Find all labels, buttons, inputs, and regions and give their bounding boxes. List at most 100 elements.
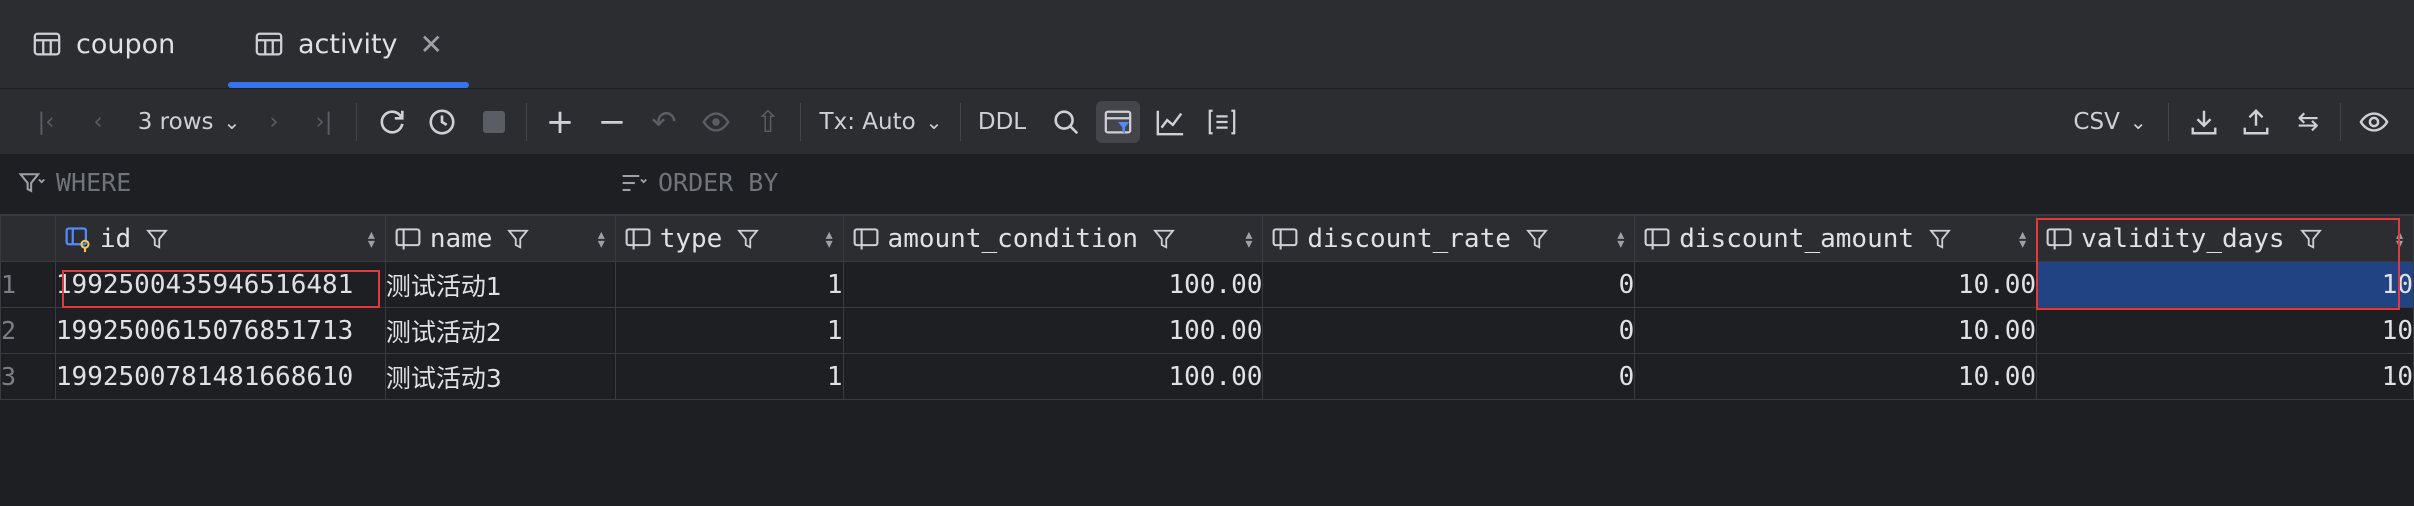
header-row: id ▴ ▾ name ▴ ▾ type ▴ ▾ amount_condition ▴…: [0, 215, 2414, 262]
column-header-label: amount_condition: [887, 223, 1138, 254]
chart-icon[interactable]: [1150, 101, 1190, 143]
column-header-validity-days[interactable]: validity_days ▴ ▾: [2036, 215, 2414, 262]
undo-icon[interactable]: ↶: [644, 101, 684, 143]
preview-changes-icon[interactable]: [696, 101, 736, 143]
column-icon: [1644, 227, 1670, 249]
refresh-icon[interactable]: [372, 101, 412, 143]
column-filter-icon[interactable]: [145, 227, 169, 251]
stop-icon[interactable]: [474, 101, 514, 143]
compare-arrows-icon[interactable]: ⇆: [2288, 101, 2328, 143]
cell-type[interactable]: 1: [614, 261, 844, 308]
column-filter-icon[interactable]: [506, 227, 530, 251]
row-number-header: [0, 215, 56, 262]
cell-amount-condition[interactable]: 100.00: [842, 307, 1264, 354]
order-by-label: ORDER BY: [658, 168, 779, 197]
submit-arrow-icon[interactable]: ⇧: [748, 101, 788, 143]
cell-amount-condition[interactable]: 100.00: [842, 353, 1264, 400]
column-icon: [1272, 227, 1298, 249]
table-row: 3 1992500781481668610 测试活动3 1 100.00 0 1…: [0, 353, 2414, 400]
column-header-label: type: [659, 223, 723, 254]
cell-type[interactable]: 1: [614, 353, 844, 400]
toolbar-separator: [526, 103, 527, 141]
cell-discount-rate[interactable]: 0: [1262, 307, 1636, 354]
cell-discount-rate[interactable]: 0: [1262, 261, 1636, 308]
tab-label: activity: [298, 28, 398, 60]
close-icon[interactable]: ✕: [420, 28, 443, 61]
cell-discount-amount[interactable]: 10.00: [1634, 261, 2038, 308]
where-filter[interactable]: WHERE: [18, 168, 131, 197]
column-icon: [853, 227, 878, 249]
transpose-icon[interactable]: [1202, 101, 1242, 143]
cell-name[interactable]: 测试活动3: [384, 353, 616, 400]
cell-name[interactable]: 测试活动2: [384, 307, 616, 354]
export-format-dropdown[interactable]: CSV ⌄: [2070, 101, 2150, 143]
cell-id[interactable]: 1992500615076851713: [54, 307, 386, 354]
sort-arrows-icon[interactable]: ▴ ▾: [366, 225, 377, 252]
column-header-name[interactable]: name ▴ ▾: [384, 215, 616, 262]
sort-arrows-icon[interactable]: ▴ ▾: [596, 225, 607, 252]
upload-icon[interactable]: [2236, 101, 2276, 143]
column-header-label: id: [99, 223, 132, 254]
cell-validity-days-selected[interactable]: 10: [2036, 261, 2414, 308]
column-filter-icon[interactable]: [2299, 227, 2323, 251]
sort-arrows-icon[interactable]: ▴ ▾: [2017, 225, 2028, 252]
cell-amount-condition[interactable]: 100.00: [842, 261, 1264, 308]
next-page-icon[interactable]: ›: [256, 101, 292, 143]
column-header-label: discount_amount: [1679, 223, 1915, 254]
column-header-discount-rate[interactable]: discount_rate ▴ ▾: [1262, 215, 1636, 262]
cell-discount-rate[interactable]: 0: [1262, 353, 1636, 400]
download-icon[interactable]: [2184, 101, 2224, 143]
cell-validity-days[interactable]: 10: [2036, 353, 2414, 400]
first-page-icon[interactable]: |‹: [28, 101, 64, 143]
column-header-amount-condition[interactable]: amount_condition ▴ ▾: [842, 215, 1264, 262]
add-row-icon[interactable]: +: [540, 101, 580, 143]
column-filter-icon[interactable]: [736, 227, 760, 251]
column-filter-icon[interactable]: [1525, 227, 1549, 251]
cell-discount-amount[interactable]: 10.00: [1634, 353, 2038, 400]
transaction-mode-dropdown[interactable]: Tx: Auto ⌄: [816, 101, 946, 143]
tab-coupon[interactable]: coupon: [32, 0, 175, 88]
rows-count-dropdown[interactable]: 3 rows ⌄: [134, 101, 244, 143]
column-filter-icon[interactable]: [1928, 227, 1952, 251]
row-number: 3: [0, 353, 56, 400]
sort-arrows-icon[interactable]: ▴ ▾: [2394, 225, 2405, 252]
where-label: WHERE: [56, 168, 132, 197]
delete-row-icon[interactable]: −: [592, 101, 632, 143]
table-icon: [255, 32, 283, 56]
order-by-filter[interactable]: ORDER BY: [620, 168, 778, 197]
cell-id[interactable]: 1992500435946516481: [54, 261, 386, 308]
column-filter-icon[interactable]: [1152, 227, 1176, 251]
column-icon: [395, 227, 421, 249]
cell-type[interactable]: 1: [614, 307, 844, 354]
sort-arrows-icon[interactable]: ▴ ▾: [1615, 225, 1626, 252]
rows-count-label: 3 rows: [137, 109, 214, 135]
search-icon[interactable]: [1046, 101, 1086, 143]
sort-arrows-icon[interactable]: ▴ ▾: [1244, 225, 1255, 252]
editor-tab-bar: coupon activity ✕: [0, 0, 2414, 89]
primary-key-column-icon: [65, 226, 90, 252]
history-clock-icon[interactable]: [422, 101, 462, 143]
eye-icon[interactable]: [2354, 101, 2394, 143]
cell-name[interactable]: 测试活动1: [384, 261, 616, 308]
column-header-label: validity_days: [2081, 223, 2285, 254]
last-page-icon[interactable]: ›|: [306, 101, 342, 143]
column-header-discount-amount[interactable]: discount_amount ▴ ▾: [1634, 215, 2038, 262]
table-row: 2 1992500615076851713 测试活动2 1 100.00 0 1…: [0, 307, 2414, 354]
toolbar-separator: [800, 103, 801, 141]
sort-arrows-icon[interactable]: ▴ ▾: [824, 225, 835, 252]
filter-toggle-icon[interactable]: [1096, 101, 1140, 143]
cell-id[interactable]: 1992500781481668610: [54, 353, 386, 400]
chevron-down-icon: ⌄: [2129, 110, 2147, 134]
cell-validity-days[interactable]: 10: [2036, 307, 2414, 354]
toolbar-separator: [960, 103, 961, 141]
toolbar-separator: [356, 103, 357, 141]
tab-activity[interactable]: activity ✕: [228, 0, 469, 88]
ddl-button[interactable]: DDL: [974, 101, 1030, 143]
filter-funnel-icon: [18, 172, 45, 193]
previous-page-icon[interactable]: ‹: [80, 101, 116, 143]
column-header-id[interactable]: id ▴ ▾: [54, 215, 386, 262]
toolbar-separator: [2168, 103, 2169, 141]
cell-discount-amount[interactable]: 10.00: [1634, 307, 2038, 354]
column-header-type[interactable]: type ▴ ▾: [614, 215, 844, 262]
toolbar-separator: [2340, 103, 2341, 141]
